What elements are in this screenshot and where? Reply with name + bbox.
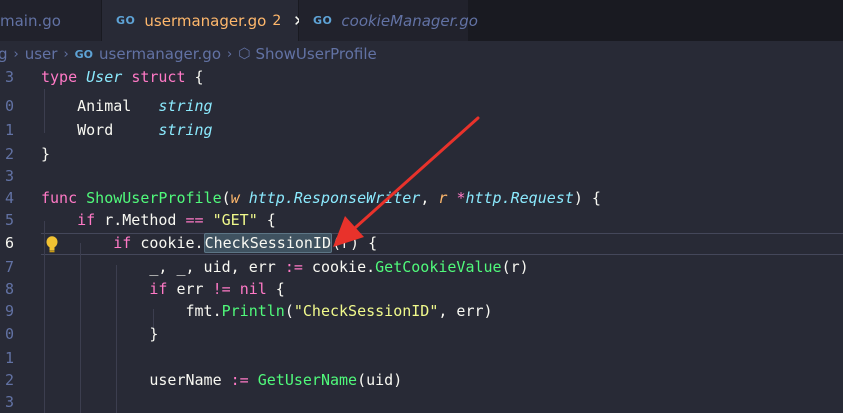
annotation-arrow (333, 116, 480, 247)
chevron-right-icon: › (13, 46, 19, 62)
breadcrumb-item[interactable]: ShowUserProfile (255, 45, 376, 63)
tab-label: cookieManager.go (341, 11, 478, 30)
tab-cookiemanager-go[interactable]: GO cookieManager.go (299, 0, 478, 41)
breadcrumb-item[interactable]: usermanager.go (99, 45, 221, 63)
code-editor[interactable]: 301234567890123 type User struct { Anima… (0, 67, 843, 413)
tab-usermanager-go[interactable]: GO usermanager.go 2 ✕ (102, 0, 306, 41)
go-file-icon: GO (313, 14, 333, 27)
breadcrumb-item[interactable]: user (25, 45, 58, 63)
editor-tab-bar: main.go GO usermanager.go 2 ✕ GO cookieM… (0, 0, 843, 41)
go-file-icon: GO (74, 47, 94, 61)
chevron-right-icon: › (227, 46, 233, 62)
go-file-icon: GO (116, 14, 136, 27)
tab-main-go[interactable]: main.go (0, 0, 102, 41)
breadcrumb-item[interactable]: g (0, 45, 8, 63)
tab-label: main.go (0, 11, 61, 30)
function-symbol-icon: ⬡ (238, 46, 251, 62)
breadcrumb: g › user › GO usermanager.go › ⬡ ShowUse… (0, 41, 843, 67)
problem-count-badge: 2 (272, 12, 282, 29)
chevron-right-icon: › (63, 46, 69, 62)
tab-label: usermanager.go (144, 11, 267, 30)
